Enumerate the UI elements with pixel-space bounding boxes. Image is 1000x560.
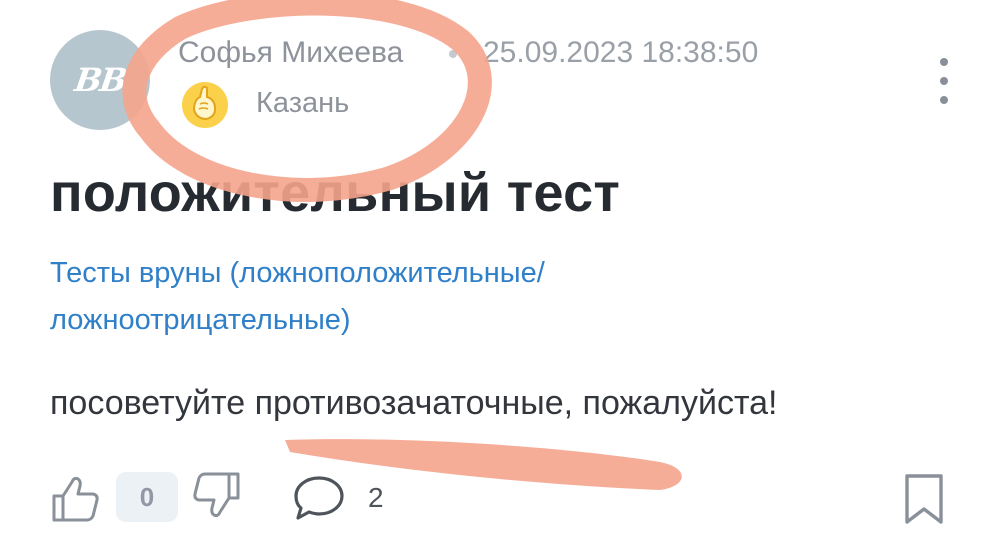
author-city: Казань bbox=[256, 87, 350, 119]
avatar-initials: BB bbox=[72, 61, 128, 99]
post-body: посоветуйте противозачаточные, пожалуйст… bbox=[50, 384, 778, 422]
more-vertical-icon[interactable] bbox=[928, 58, 960, 104]
author-avatar[interactable]: BB bbox=[50, 30, 150, 130]
hand-emoji-icon bbox=[182, 82, 228, 128]
post-title: положительный тест bbox=[50, 163, 621, 223]
category-link[interactable]: Тесты вруны (ложноположительные/ ложноот… bbox=[50, 250, 850, 344]
comments-count: 2 bbox=[368, 482, 384, 513]
score-badge: 0 bbox=[116, 472, 178, 522]
separator-dot bbox=[449, 50, 457, 58]
thumbs-up-icon[interactable] bbox=[50, 474, 102, 524]
bookmark-icon[interactable] bbox=[903, 473, 945, 525]
post-date: 25.09.2023 18:38:50 bbox=[483, 36, 759, 69]
comment-icon[interactable] bbox=[292, 474, 346, 522]
thumbs-down-icon[interactable] bbox=[190, 470, 242, 520]
author-name[interactable]: Софья Михеева bbox=[178, 36, 403, 70]
